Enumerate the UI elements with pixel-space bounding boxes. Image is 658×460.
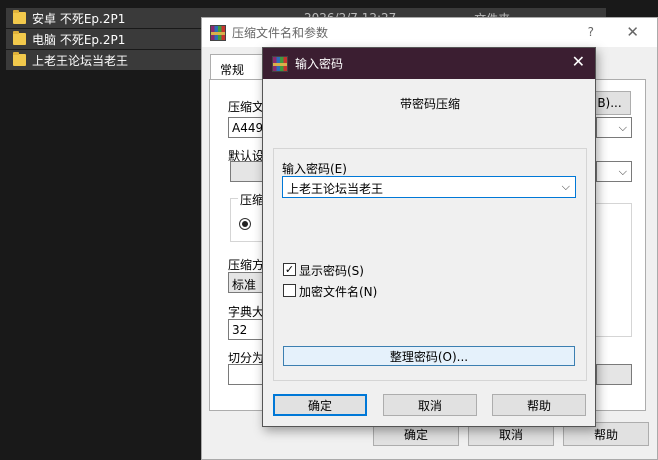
password-help-label: 帮助 bbox=[526, 398, 551, 413]
enter-password-label: 输入密码(E) bbox=[282, 162, 347, 176]
close-icon[interactable]: ✕ bbox=[572, 54, 585, 70]
password-ok-label: 确定 bbox=[307, 398, 332, 413]
parent-cancel-label: 取消 bbox=[498, 427, 523, 442]
password-help-button[interactable]: 帮助 bbox=[492, 394, 586, 416]
password-input[interactable]: 上老王论坛当老王 ⌵ bbox=[282, 176, 576, 198]
show-password-checkbox[interactable]: ✓ bbox=[283, 263, 296, 276]
folder-icon bbox=[13, 10, 26, 24]
parent-titlebar[interactable]: 压缩文件名和参数 ? ✕ bbox=[202, 18, 657, 47]
archive-format-radio[interactable] bbox=[239, 218, 251, 230]
compression-method-label: 压缩方 bbox=[228, 258, 265, 272]
parent-help-label: 帮助 bbox=[593, 427, 618, 442]
winrar-icon bbox=[272, 55, 288, 72]
browse-button-label: B)... bbox=[597, 96, 622, 110]
winrar-icon bbox=[210, 24, 226, 41]
dictionary-size-label: 字典大 bbox=[228, 305, 265, 319]
password-cancel-button[interactable]: 取消 bbox=[383, 394, 477, 416]
chevron-down-icon[interactable]: ⌵ bbox=[562, 180, 570, 194]
chevron-down-icon: ⌵ bbox=[618, 121, 627, 134]
tab-general[interactable]: 常规 bbox=[210, 54, 264, 80]
file-name: 上老王论坛当老王 bbox=[32, 53, 129, 68]
organize-passwords-label: 整理密码(O)... bbox=[389, 349, 469, 364]
parent-ok-label: 确定 bbox=[403, 427, 428, 442]
folder-icon bbox=[13, 31, 26, 45]
encrypt-file-names-label[interactable]: 加密文件名(N) bbox=[299, 283, 377, 300]
compression-method-value: 标准 bbox=[232, 278, 257, 292]
password-cancel-label: 取消 bbox=[417, 398, 442, 413]
chevron-down-icon: ⌵ bbox=[618, 165, 627, 178]
archiving-options-group bbox=[595, 203, 632, 337]
set-password-button[interactable] bbox=[596, 364, 632, 385]
file-name: 安卓 不死Ep.2P1 bbox=[32, 11, 126, 26]
update-mode-dropdown[interactable]: ⌵ bbox=[596, 161, 632, 182]
parent-dialog-title: 压缩文件名和参数 bbox=[232, 26, 329, 40]
enter-password-dialog: 输入密码 ✕ 带密码压缩 输入密码(E) 上老王论坛当老王 ⌵ ✓ 显示密码(S… bbox=[262, 47, 596, 427]
archive-name-dropdown[interactable]: ⌵ bbox=[596, 117, 632, 138]
password-value: 上老王论坛当老王 bbox=[287, 182, 384, 196]
organize-passwords-button[interactable]: 整理密码(O)... bbox=[283, 346, 575, 366]
close-icon[interactable]: ✕ bbox=[626, 23, 639, 41]
folder-icon bbox=[13, 52, 26, 66]
help-icon[interactable]: ? bbox=[588, 25, 594, 39]
password-heading: 带密码压缩 bbox=[399, 97, 460, 111]
archive-name-label: 压缩文 bbox=[228, 100, 265, 114]
encrypt-file-names-checkbox[interactable] bbox=[283, 284, 296, 297]
password-titlebar[interactable]: 输入密码 ✕ bbox=[263, 48, 595, 79]
password-dialog-title: 输入密码 bbox=[295, 57, 344, 71]
password-ok-button[interactable]: 确定 bbox=[273, 394, 367, 416]
show-password-label[interactable]: 显示密码(S) bbox=[299, 262, 364, 279]
file-name: 电脑 不死Ep.2P1 bbox=[32, 32, 126, 47]
dictionary-size-value: 32 bbox=[232, 323, 248, 337]
